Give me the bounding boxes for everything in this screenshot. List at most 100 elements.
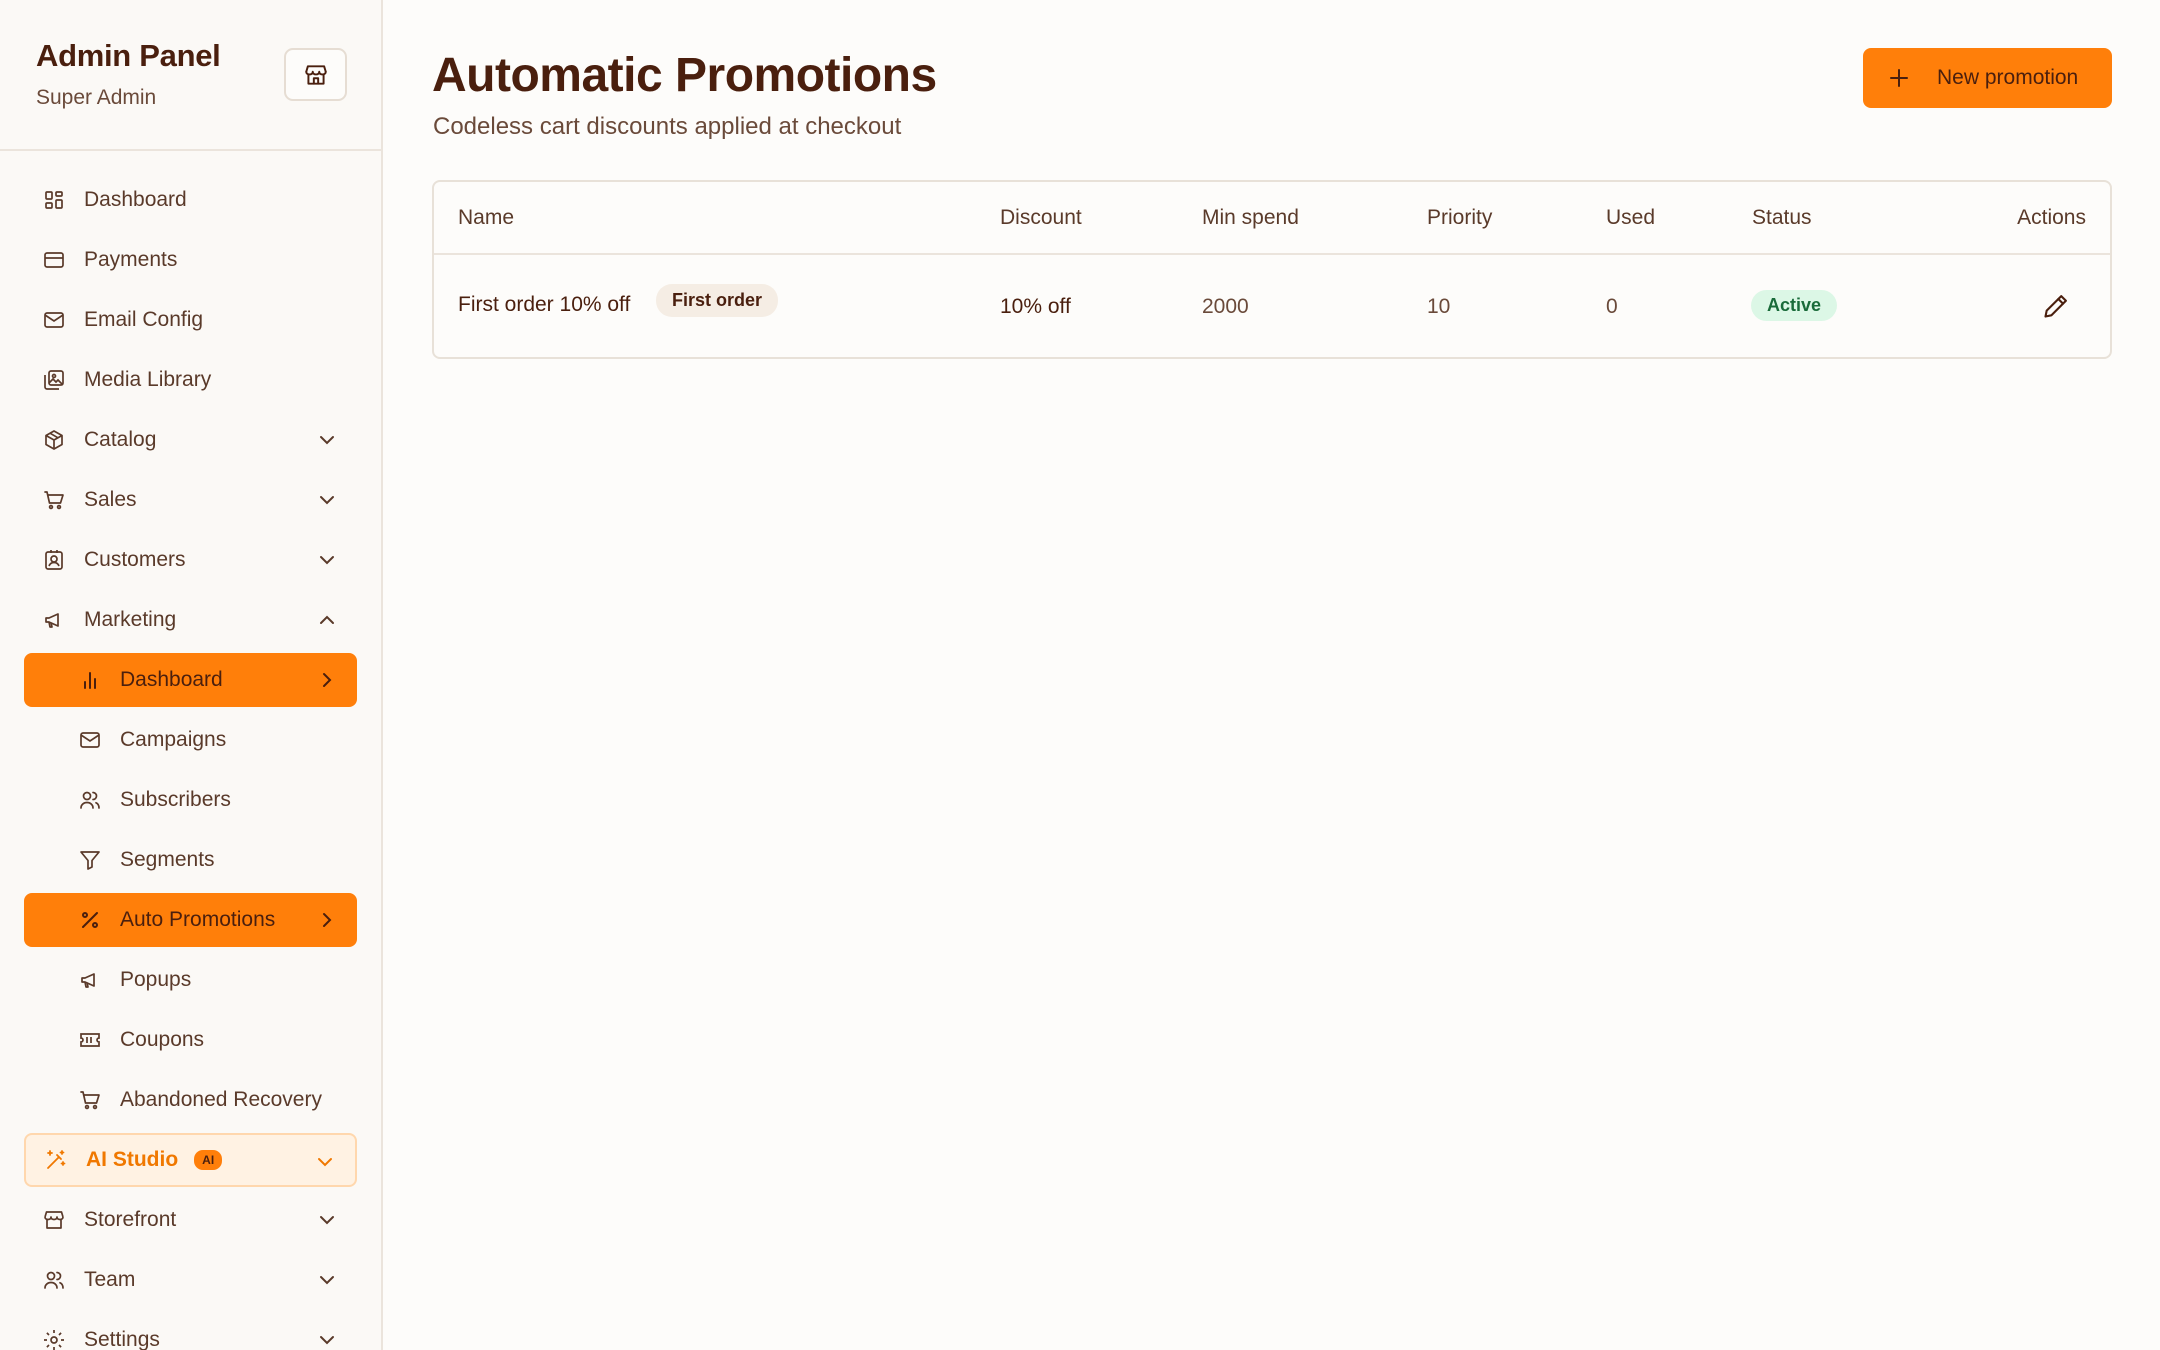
page-subtitle: Codeless cart discounts applied at check… (433, 113, 902, 140)
card-icon (42, 248, 66, 272)
chevron-up-icon[interactable] (315, 608, 339, 632)
sidebar-nav: Dashboard Payments Email Config Media Li… (0, 151, 381, 1350)
promotion-priority: 10 (1427, 295, 1451, 318)
edit-pencil-icon[interactable] (2042, 292, 2070, 320)
table-header: Name Discount Min spend Priority Used St… (434, 182, 2110, 255)
nav-label: Subscribers (120, 788, 231, 811)
column-header-discount: Discount (1000, 206, 1082, 229)
cart-icon (78, 1088, 102, 1112)
nav-label: Segments (120, 848, 215, 871)
megaphone-icon (42, 608, 66, 632)
nav-coupons[interactable]: Coupons (24, 1013, 357, 1067)
chevron-down-icon[interactable] (315, 1328, 339, 1350)
wand-icon (44, 1148, 68, 1172)
nav-label: Dashboard (120, 668, 223, 691)
new-promotion-label: New promotion (1937, 66, 2079, 89)
nav-label: Coupons (120, 1028, 205, 1051)
filter-icon (78, 848, 102, 872)
nav-segments[interactable]: Segments (24, 833, 357, 887)
nav-customers[interactable]: Customers (24, 533, 357, 587)
column-header-min-spend: Min spend (1202, 206, 1299, 229)
chevron-down-icon[interactable] (315, 1268, 339, 1292)
nav-label: Catalog (84, 428, 157, 451)
nav-label: Customers (84, 548, 186, 571)
users-icon (42, 1268, 66, 1292)
column-header-priority: Priority (1427, 206, 1493, 229)
nav-auto-promotions[interactable]: Auto Promotions (24, 893, 357, 947)
nav-popups[interactable]: Popups (24, 953, 357, 1007)
nav-sales[interactable]: Sales (24, 473, 357, 527)
nav-label: Marketing (84, 608, 177, 631)
users-icon (78, 788, 102, 812)
view-store-button[interactable] (284, 48, 347, 101)
nav-ai-studio[interactable]: AI Studio AI (24, 1133, 357, 1187)
nav-label: Popups (120, 968, 192, 991)
nav-label: Email Config (84, 308, 204, 331)
megaphone-icon (78, 968, 102, 992)
sidebar: Admin Panel Super Admin Dashboard Paymen… (0, 0, 383, 1350)
box-icon (42, 428, 66, 452)
ticket-icon (78, 1028, 102, 1052)
store-icon (42, 1208, 66, 1232)
promotion-type-tag: First order (656, 284, 779, 317)
bar-chart-icon (78, 668, 102, 692)
sidebar-header: Admin Panel Super Admin (0, 0, 381, 151)
promotion-discount: 10% off (1000, 295, 1071, 318)
nav-catalog[interactable]: Catalog (24, 413, 357, 467)
nav-storefront[interactable]: Storefront (24, 1193, 357, 1247)
nav-label: Abandoned Recovery (120, 1088, 322, 1111)
gear-icon (42, 1328, 66, 1350)
nav-payments[interactable]: Payments (24, 233, 357, 287)
contact-icon (42, 548, 66, 572)
nav-email-config[interactable]: Email Config (24, 293, 357, 347)
chevron-right-icon (323, 913, 332, 927)
nav-label: Payments (84, 248, 178, 271)
nav-label: Storefront (84, 1208, 177, 1231)
chevron-right-icon (323, 673, 332, 687)
store-icon (304, 64, 327, 85)
nav-label: AI Studio (86, 1148, 179, 1171)
nav-label: Sales (84, 488, 137, 511)
chevron-down-icon[interactable] (315, 1208, 339, 1232)
chevron-down-icon[interactable] (315, 548, 339, 572)
column-header-actions: Actions (2017, 206, 2086, 229)
new-promotion-button[interactable]: New promotion (1863, 48, 2112, 108)
nav-label: Media Library (84, 368, 212, 391)
page-title: Automatic Promotions (432, 49, 937, 102)
nav-campaigns[interactable]: Campaigns (24, 713, 357, 767)
cart-icon (42, 488, 66, 512)
chevron-down-icon[interactable] (315, 428, 339, 452)
nav-marketing[interactable]: Marketing (24, 593, 357, 647)
column-header-name: Name (458, 206, 515, 229)
nav-subscribers[interactable]: Subscribers (24, 773, 357, 827)
chevron-down-icon[interactable] (313, 1150, 337, 1174)
promotion-min-spend: 2000 (1202, 295, 1249, 318)
status-badge: Active (1751, 290, 1838, 321)
grid-icon (42, 188, 66, 212)
nav-label: Campaigns (120, 728, 227, 751)
nav-team[interactable]: Team (24, 1253, 357, 1307)
plus-icon (1890, 69, 1908, 87)
main-content: Automatic Promotions Codeless cart disco… (383, 0, 2160, 1350)
image-icon (42, 368, 66, 392)
nav-label: Team (84, 1268, 136, 1291)
nav-abandoned-recovery[interactable]: Abandoned Recovery (24, 1073, 357, 1127)
table-row[interactable]: First order 10% off First order 10% off … (434, 255, 2110, 359)
mail-icon (78, 728, 102, 752)
mail-icon (42, 308, 66, 332)
nav-label: Auto Promotions (120, 908, 276, 931)
promotions-table: Name Discount Min spend Priority Used St… (432, 180, 2112, 359)
nav-label: Dashboard (84, 188, 187, 211)
column-header-status: Status (1752, 206, 1812, 229)
nav-dashboard[interactable]: Dashboard (24, 173, 357, 227)
nav-settings[interactable]: Settings (24, 1313, 357, 1350)
nav-media-library[interactable]: Media Library (24, 353, 357, 407)
percent-icon (78, 908, 102, 932)
nav-label: Settings (84, 1328, 160, 1350)
column-header-used: Used (1606, 206, 1656, 229)
ai-badge: AI (194, 1150, 223, 1170)
promotion-used: 0 (1606, 295, 1618, 318)
nav-marketing-dashboard[interactable]: Dashboard (24, 653, 357, 707)
promotion-name: First order 10% off (458, 293, 631, 316)
chevron-down-icon[interactable] (315, 488, 339, 512)
